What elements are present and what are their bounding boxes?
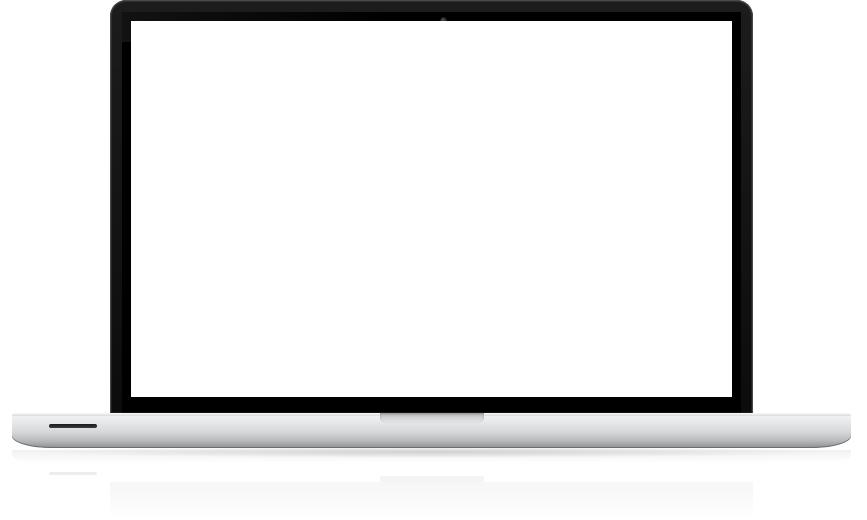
laptop-mockup-stage <box>0 0 867 520</box>
reflection-speaker-slot <box>49 472 97 475</box>
reflection-base <box>12 450 851 464</box>
laptop-screen <box>131 21 732 397</box>
laptop-base <box>12 413 851 448</box>
speaker-slot-icon <box>49 424 97 428</box>
reflection-lid <box>110 482 753 520</box>
lid-opening-notch <box>380 413 484 423</box>
floor-reflection <box>12 450 851 520</box>
